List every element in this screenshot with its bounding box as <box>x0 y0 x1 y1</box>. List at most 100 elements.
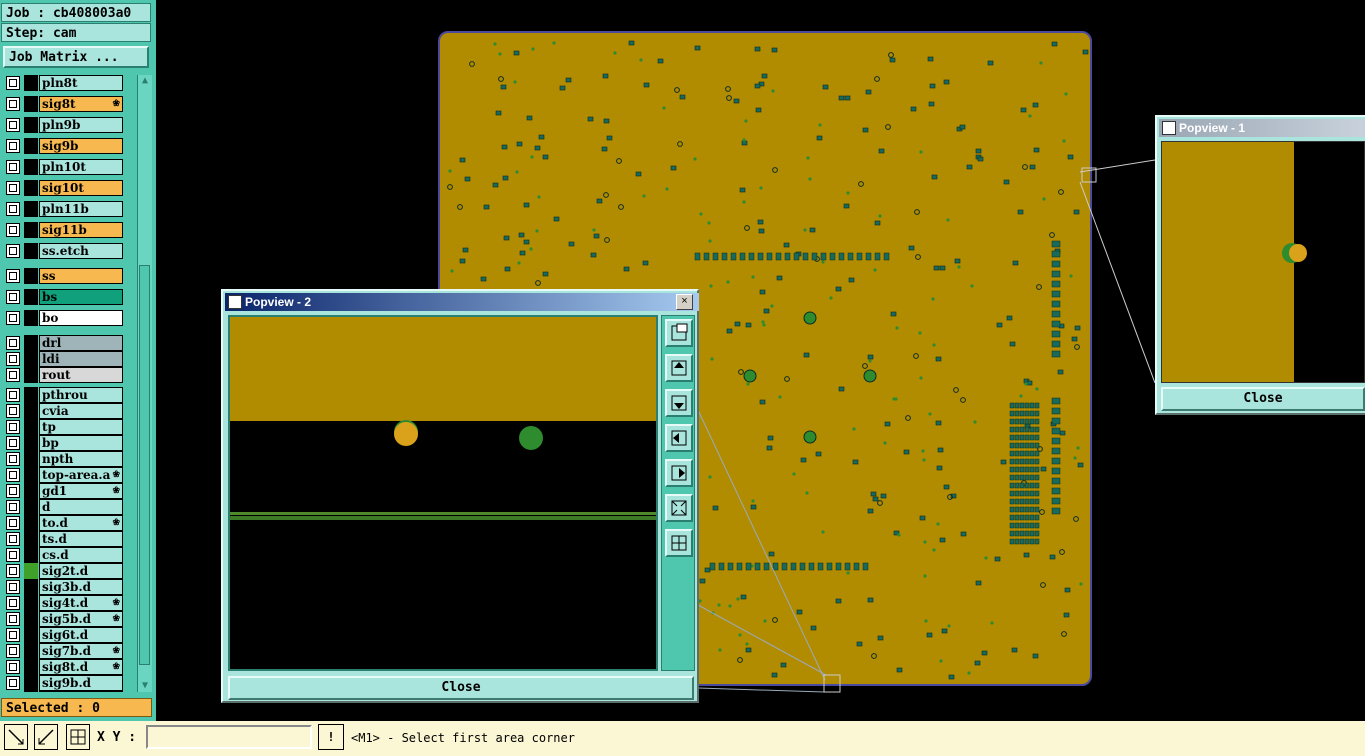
layer-row[interactable]: sig6t.d <box>4 627 124 643</box>
layer-row[interactable]: npth <box>4 451 124 467</box>
layer-color-swatch[interactable] <box>24 691 38 692</box>
layer-color-swatch[interactable] <box>24 467 38 483</box>
popview-1-close-button[interactable]: Close <box>1161 387 1365 411</box>
layer-color-swatch[interactable] <box>24 483 38 499</box>
layer-name[interactable]: sig6t.d <box>39 627 123 643</box>
pan-left-button[interactable] <box>665 424 693 452</box>
layer-list-scrollbar[interactable]: ▲ ▼ <box>137 75 152 692</box>
layer-checkbox[interactable] <box>6 223 20 237</box>
layer-checkbox[interactable] <box>6 468 20 482</box>
layer-row[interactable]: sig4t.d ❀ <box>4 595 124 611</box>
layer-color-swatch[interactable] <box>24 367 38 383</box>
layer-name[interactable]: drl <box>39 335 123 351</box>
layer-color-swatch[interactable] <box>24 335 38 351</box>
layer-color-swatch[interactable] <box>24 419 38 435</box>
layer-checkbox[interactable] <box>6 596 20 610</box>
layer-row[interactable]: to.d ❀ <box>4 515 124 531</box>
layer-color-swatch[interactable] <box>24 675 38 691</box>
layer-color-swatch[interactable] <box>24 138 38 154</box>
layer-checkbox[interactable] <box>6 548 20 562</box>
layer-color-swatch[interactable] <box>24 387 38 403</box>
layer-color-swatch[interactable] <box>24 515 38 531</box>
layer-row[interactable]: sig10t <box>4 180 124 196</box>
layer-name[interactable]: cvia <box>39 403 123 419</box>
layer-color-swatch[interactable] <box>24 75 38 91</box>
layer-name[interactable]: sig9b.d <box>39 675 123 691</box>
scroll-down-arrow-icon[interactable]: ▼ <box>139 680 151 692</box>
layer-row[interactable]: d <box>4 499 124 515</box>
layer-color-swatch[interactable] <box>24 643 38 659</box>
layer-name[interactable]: sig7b.d ❀ <box>39 643 123 659</box>
layer-checkbox[interactable] <box>6 500 20 514</box>
layer-color-swatch[interactable] <box>24 531 38 547</box>
layer-name[interactable]: pln8t <box>39 75 123 91</box>
layer-row[interactable]: gd1 ❀ <box>4 483 124 499</box>
layer-color-swatch[interactable] <box>24 595 38 611</box>
measure-tool-button[interactable] <box>34 724 58 750</box>
layer-name[interactable]: sig10t <box>39 180 123 196</box>
layer-checkbox[interactable] <box>6 612 20 626</box>
layer-name[interactable]: d <box>39 499 123 515</box>
layer-checkbox[interactable] <box>6 420 20 434</box>
layer-checkbox[interactable] <box>6 628 20 642</box>
layer-row[interactable]: pln8t <box>4 75 124 91</box>
zoom-home-button[interactable] <box>665 529 693 557</box>
layer-row[interactable]: drl <box>4 335 124 351</box>
scrollbar-thumb[interactable] <box>139 265 150 665</box>
layer-color-swatch[interactable] <box>24 180 38 196</box>
layer-checkbox[interactable] <box>6 660 20 674</box>
layer-checkbox[interactable] <box>6 269 20 283</box>
layer-color-swatch[interactable] <box>24 96 38 112</box>
layer-name[interactable]: pln10t <box>39 159 123 175</box>
layer-name[interactable]: ts.d <box>39 531 123 547</box>
scroll-up-arrow-icon[interactable]: ▲ <box>139 75 151 87</box>
layer-color-swatch[interactable] <box>24 268 38 284</box>
layer-row[interactable]: bp <box>4 435 124 451</box>
layer-row[interactable]: sig9b.d <box>4 675 124 691</box>
layer-row[interactable]: ldi <box>4 351 124 367</box>
layer-name[interactable]: top-area.a ❀ <box>39 467 123 483</box>
layer-row[interactable]: sig2t.d <box>4 563 124 579</box>
layer-checkbox[interactable] <box>6 76 20 90</box>
layer-name[interactable]: sig8t.d ❀ <box>39 659 123 675</box>
layer-name[interactable]: to.d ❀ <box>39 515 123 531</box>
layer-checkbox[interactable] <box>6 336 20 350</box>
layer-name[interactable]: sig10t.d <box>39 691 123 692</box>
layer-color-swatch[interactable] <box>24 627 38 643</box>
pan-right-button[interactable] <box>665 459 693 487</box>
layer-checkbox[interactable] <box>6 311 20 325</box>
layer-row[interactable]: top-area.a ❀ <box>4 467 124 483</box>
draw-line-tool-button[interactable] <box>4 724 28 750</box>
layer-checkbox[interactable] <box>6 139 20 153</box>
layer-name[interactable]: ss.etch <box>39 243 123 259</box>
layer-color-swatch[interactable] <box>24 289 38 305</box>
layer-checkbox[interactable] <box>6 97 20 111</box>
layer-checkbox[interactable] <box>6 644 20 658</box>
layer-checkbox[interactable] <box>6 532 20 546</box>
layer-row[interactable]: bo <box>4 310 124 326</box>
popview-2-viewport[interactable] <box>228 315 658 671</box>
layer-color-swatch[interactable] <box>24 659 38 675</box>
layer-color-swatch[interactable] <box>24 403 38 419</box>
layer-name[interactable]: rout <box>39 367 123 383</box>
message-alert-button[interactable]: ! <box>318 724 344 750</box>
grid-snap-tool-button[interactable] <box>66 724 90 750</box>
layer-row[interactable]: tp <box>4 419 124 435</box>
popview-1-viewport[interactable] <box>1161 141 1365 383</box>
layer-checkbox[interactable] <box>6 290 20 304</box>
layer-row[interactable]: sig8t ❀ <box>4 96 124 112</box>
layer-checkbox[interactable] <box>6 202 20 216</box>
layer-row[interactable]: sig11b <box>4 222 124 238</box>
layer-name[interactable]: sig2t.d <box>39 563 123 579</box>
layer-checkbox[interactable] <box>6 676 20 690</box>
layer-color-swatch[interactable] <box>24 611 38 627</box>
layer-color-swatch[interactable] <box>24 243 38 259</box>
layer-checkbox[interactable] <box>6 118 20 132</box>
layer-row[interactable]: ts.d <box>4 531 124 547</box>
layer-row[interactable]: sig9b <box>4 138 124 154</box>
layer-row[interactable]: bs <box>4 289 124 305</box>
layer-checkbox[interactable] <box>6 160 20 174</box>
layer-name[interactable]: npth <box>39 451 123 467</box>
layer-name[interactable]: sig4t.d ❀ <box>39 595 123 611</box>
layer-row[interactable]: sig8t.d ❀ <box>4 659 124 675</box>
